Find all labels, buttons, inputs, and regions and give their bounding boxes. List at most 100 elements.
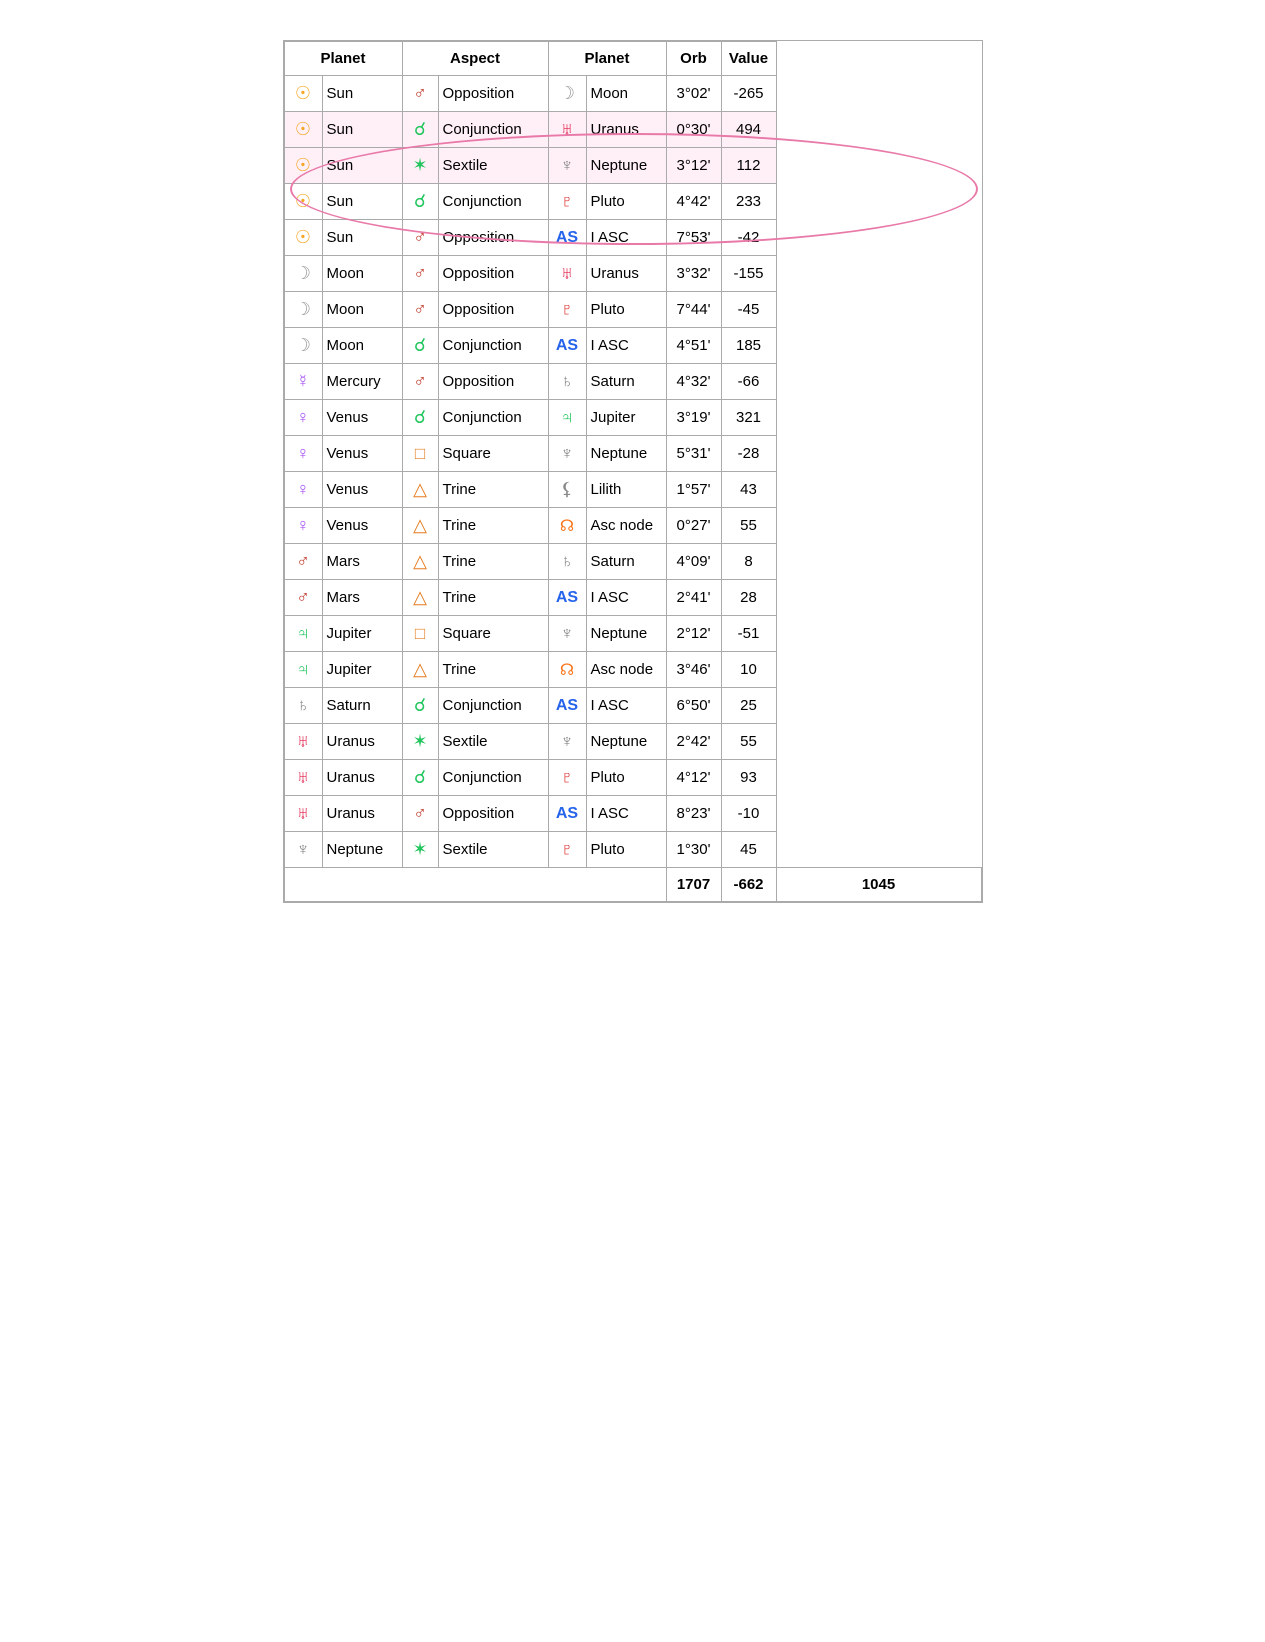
aspect-name: Opposition: [438, 220, 548, 256]
planet1-name: Uranus: [322, 796, 402, 832]
aspect-value: 112: [721, 148, 776, 184]
planet1-name: Moon: [322, 292, 402, 328]
planet2-name: I ASC: [586, 220, 666, 256]
planet1-symbol: ♃: [284, 652, 322, 688]
aspect-value: 43: [721, 472, 776, 508]
planet2-symbol: ♆: [548, 724, 586, 760]
planet2-name: I ASC: [586, 328, 666, 364]
planet2-symbol: ♅: [548, 112, 586, 148]
planet1-name: Uranus: [322, 724, 402, 760]
orb-value: 2°12': [666, 616, 721, 652]
orb-value: 5°31': [666, 436, 721, 472]
aspect-symbol: △: [402, 652, 438, 688]
planet2-name: Asc node: [586, 508, 666, 544]
planet1-symbol: ♄: [284, 688, 322, 724]
planet2-symbol: ♃: [548, 400, 586, 436]
planet1-symbol: ♀: [284, 436, 322, 472]
planet1-symbol: ☉: [284, 184, 322, 220]
planet2-symbol: AS: [548, 328, 586, 364]
planet1-symbol: ♅: [284, 796, 322, 832]
header-planet1: Planet: [284, 42, 402, 76]
planet2-symbol: ♄: [548, 364, 586, 400]
orb-value: 8°23': [666, 796, 721, 832]
aspect-value: -28: [721, 436, 776, 472]
planet2-name: Pluto: [586, 832, 666, 868]
planet1-name: Moon: [322, 328, 402, 364]
table-row: ♅ Uranus ♂ Opposition AS I ASC 8°23' -10: [284, 796, 981, 832]
aspect-symbol: ☌: [402, 112, 438, 148]
orb-value: 0°27': [666, 508, 721, 544]
orb-value: 6°50': [666, 688, 721, 724]
aspect-name: Trine: [438, 580, 548, 616]
planet2-name: Lilith: [586, 472, 666, 508]
aspect-value: -42: [721, 220, 776, 256]
aspect-value: -51: [721, 616, 776, 652]
planet1-name: Mars: [322, 580, 402, 616]
table-row: ☉ Sun ♂ Opposition ☽ Moon 3°02' -265: [284, 76, 981, 112]
planet2-symbol: ♇: [548, 184, 586, 220]
planet1-symbol: ♀: [284, 400, 322, 436]
planet2-name: Neptune: [586, 436, 666, 472]
footer-total-value: 1045: [776, 868, 981, 902]
table-row: ♃ Jupiter △ Trine ☊ Asc node 3°46' 10: [284, 652, 981, 688]
planet1-name: Mercury: [322, 364, 402, 400]
orb-value: 4°32': [666, 364, 721, 400]
planet1-symbol: ♂: [284, 544, 322, 580]
aspect-name: Sextile: [438, 148, 548, 184]
aspect-name: Trine: [438, 472, 548, 508]
orb-value: 7°53': [666, 220, 721, 256]
table-row: ♀ Venus △ Trine ⚸ Lilith 1°57' 43: [284, 472, 981, 508]
planet2-name: Saturn: [586, 544, 666, 580]
header-row: Planet Aspect Planet Orb Value: [284, 42, 981, 76]
orb-value: 4°12': [666, 760, 721, 796]
planet1-symbol: ♅: [284, 760, 322, 796]
table-row: ☉ Sun ✶ Sextile ♆ Neptune 3°12' 112: [284, 148, 981, 184]
aspect-name: Opposition: [438, 256, 548, 292]
planet2-name: Neptune: [586, 148, 666, 184]
table-row: ☿ Mercury ♂ Opposition ♄ Saturn 4°32' -6…: [284, 364, 981, 400]
orb-value: 3°46': [666, 652, 721, 688]
aspect-value: -66: [721, 364, 776, 400]
planet1-name: Sun: [322, 112, 402, 148]
table-row: ♆ Neptune ✶ Sextile ♇ Pluto 1°30' 45: [284, 832, 981, 868]
planet2-name: Uranus: [586, 112, 666, 148]
aspect-symbol: ✶: [402, 148, 438, 184]
planet2-symbol: AS: [548, 220, 586, 256]
planet2-symbol: ♆: [548, 616, 586, 652]
planet1-name: Moon: [322, 256, 402, 292]
planet2-symbol: ♇: [548, 292, 586, 328]
planet2-symbol: AS: [548, 688, 586, 724]
table-row: ☽ Moon ♂ Opposition ♅ Uranus 3°32' -155: [284, 256, 981, 292]
planet2-symbol: ♇: [548, 760, 586, 796]
planet2-symbol: ⚸: [548, 472, 586, 508]
planet2-name: I ASC: [586, 580, 666, 616]
aspect-name: Trine: [438, 508, 548, 544]
aspect-symbol: ♂: [402, 220, 438, 256]
orb-value: 3°02': [666, 76, 721, 112]
table-row: ☉ Sun ♂ Opposition AS I ASC 7°53' -42: [284, 220, 981, 256]
planet1-symbol: ☉: [284, 148, 322, 184]
table-row: ♀ Venus ☌ Conjunction ♃ Jupiter 3°19' 32…: [284, 400, 981, 436]
planet1-symbol: ♀: [284, 472, 322, 508]
planet2-name: I ASC: [586, 688, 666, 724]
table-row: ♂ Mars △ Trine ♄ Saturn 4°09' 8: [284, 544, 981, 580]
aspect-name: Square: [438, 616, 548, 652]
planet1-name: Venus: [322, 400, 402, 436]
orb-value: 3°32': [666, 256, 721, 292]
planet1-name: Venus: [322, 472, 402, 508]
aspect-value: 10: [721, 652, 776, 688]
orb-value: 4°42': [666, 184, 721, 220]
planet2-symbol: ♇: [548, 832, 586, 868]
aspect-symbol: □: [402, 436, 438, 472]
planet2-symbol: ♄: [548, 544, 586, 580]
aspect-symbol: ♂: [402, 796, 438, 832]
table-row: ♃ Jupiter □ Square ♆ Neptune 2°12' -51: [284, 616, 981, 652]
planet1-symbol: ♆: [284, 832, 322, 868]
orb-value: 0°30': [666, 112, 721, 148]
aspect-name: Opposition: [438, 76, 548, 112]
aspect-symbol: ♂: [402, 76, 438, 112]
aspect-value: -10: [721, 796, 776, 832]
table-row: ☽ Moon ☌ Conjunction AS I ASC 4°51' 185: [284, 328, 981, 364]
aspect-symbol: ☌: [402, 328, 438, 364]
planet1-name: Saturn: [322, 688, 402, 724]
